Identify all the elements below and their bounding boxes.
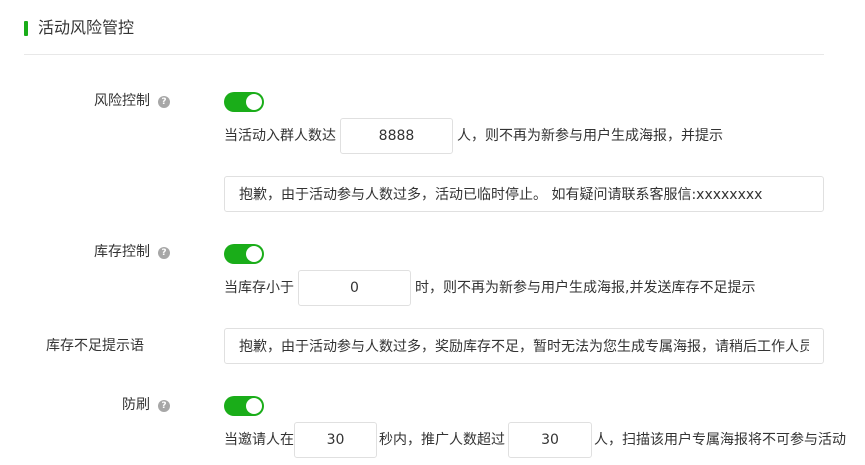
risk-message-input[interactable] bbox=[224, 176, 824, 212]
anti-brush-label: 防刷 bbox=[122, 397, 150, 413]
stock-control-toggle[interactable] bbox=[224, 244, 264, 264]
section-header: 活动风险管控 bbox=[24, 16, 824, 55]
anti-brush-text-1: 当邀请人在 bbox=[224, 432, 294, 448]
stock-message-input[interactable] bbox=[224, 328, 824, 364]
help-icon[interactable]: ? bbox=[158, 96, 170, 108]
anti-brush-label-row: 防刷? bbox=[60, 395, 170, 415]
anti-brush-text-2: 秒内，推广人数超过 bbox=[379, 432, 505, 448]
risk-control-label: 风险控制 bbox=[94, 93, 150, 109]
toggle-knob bbox=[246, 246, 262, 262]
anti-brush-toggle[interactable] bbox=[224, 396, 264, 416]
seconds-input[interactable] bbox=[294, 422, 377, 458]
toggle-knob bbox=[246, 398, 262, 414]
toggle-knob bbox=[246, 94, 262, 110]
risk-control-toggle[interactable] bbox=[224, 92, 264, 112]
help-icon[interactable]: ? bbox=[158, 400, 170, 412]
risk-control-text-before: 当活动入群人数达 bbox=[224, 128, 336, 144]
risk-control-text-after: 人，则不再为新参与用户生成海报，并提示 bbox=[457, 128, 723, 144]
stock-control-label: 库存控制 bbox=[94, 244, 150, 260]
stock-message-label: 库存不足提示语 bbox=[46, 338, 144, 354]
stock-control-text-after: 时，则不再为新参与用户生成海报,并发送库存不足提示 bbox=[415, 280, 756, 296]
section-accent-bar bbox=[24, 21, 28, 36]
count-input[interactable] bbox=[508, 422, 592, 458]
section-title: 活动风险管控 bbox=[38, 18, 135, 37]
risk-control-label-row: 风险控制? bbox=[60, 91, 170, 111]
stock-control-text-before: 当库存小于 bbox=[224, 280, 294, 296]
stock-control-label-row: 库存控制? bbox=[60, 242, 170, 262]
risk-threshold-input[interactable] bbox=[340, 118, 453, 154]
anti-brush-text-3: 人，扫描该用户专属海报将不可参与活动 bbox=[594, 432, 846, 448]
help-icon[interactable]: ? bbox=[158, 247, 170, 259]
stock-threshold-input[interactable] bbox=[298, 270, 411, 306]
